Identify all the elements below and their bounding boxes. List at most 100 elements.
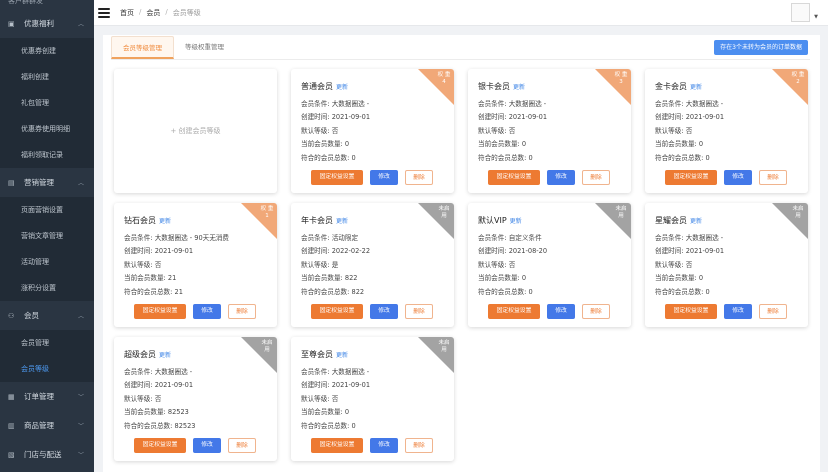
corner-label: 权 重1	[260, 206, 274, 220]
created-value: 2022-02-22	[331, 247, 371, 256]
sidebar-item[interactable]: 涨积分设置	[0, 275, 94, 301]
created-label: 创建时间:	[655, 113, 684, 122]
edit-button[interactable]: 修改	[724, 170, 752, 185]
equity-settings-button[interactable]: 固定权益设置	[311, 170, 363, 185]
current-count-label: 当前会员数量:	[301, 274, 343, 283]
edit-button[interactable]: 修改	[370, 304, 398, 319]
create-level-card[interactable]: + 创建会员等级	[114, 69, 277, 193]
menu-group-icon: ▧	[8, 450, 15, 459]
current-count-value: 0	[521, 140, 527, 149]
update-link[interactable]: 更新	[159, 352, 171, 359]
main-panel: 会员等级管理 等级权重管理 存在3个未转为会员的订单数据 + 创建会员等级 权 …	[103, 35, 820, 472]
sidebar-item[interactable]: 优惠券创建	[0, 38, 94, 64]
edit-button[interactable]: 修改	[547, 170, 575, 185]
condition-value: 大数据圈选 -	[154, 368, 193, 376]
match-count-label: 符合的会员总数:	[478, 153, 527, 162]
menu-toggle-icon[interactable]	[98, 7, 110, 18]
equity-settings-button[interactable]: 固定权益设置	[665, 170, 717, 185]
current-count-label: 当前会员数量:	[301, 408, 343, 417]
edit-button[interactable]: 修改	[193, 304, 221, 319]
breadcrumb-home[interactable]: 首页	[120, 8, 134, 18]
match-count-value: 822	[351, 287, 365, 296]
delete-button[interactable]: 删除	[405, 304, 433, 319]
edit-button[interactable]: 修改	[547, 304, 575, 319]
breadcrumb-parent[interactable]: 会员	[146, 8, 160, 18]
edit-button[interactable]: 修改	[370, 170, 398, 185]
level-name: 普通会员	[301, 82, 333, 91]
sidebar-item[interactable]: 活动管理	[0, 249, 94, 275]
default-label: 默认等级:	[301, 394, 330, 403]
created-value: 2021-09-01	[154, 247, 194, 256]
update-link[interactable]: 更新	[510, 218, 522, 225]
sidebar-item[interactable]: 页面营销设置	[0, 197, 94, 223]
update-link[interactable]: 更新	[690, 84, 702, 91]
update-link[interactable]: 更新	[159, 218, 171, 225]
delete-button[interactable]: 删除	[582, 170, 610, 185]
sidebar-group-label: 营销管理	[24, 178, 54, 187]
tab-level-management[interactable]: 会员等级管理	[111, 36, 174, 59]
sidebar-item[interactable]: 优惠券使用明细	[0, 116, 94, 142]
sidebar-item[interactable]: 会员等级	[0, 356, 94, 382]
tab-weight-management[interactable]: 等级权重管理	[174, 36, 235, 59]
unconverted-orders-button[interactable]: 存在3个未转为会员的订单数据	[714, 40, 808, 55]
sidebar-group[interactable]: ▣ 优惠福利 ︿	[0, 9, 94, 38]
sidebar-group-label: 会员	[24, 311, 39, 320]
chevron-up-icon: ︿	[77, 21, 84, 28]
created-label: 创建时间:	[301, 381, 330, 390]
current-count-label: 当前会员数量:	[478, 140, 520, 149]
delete-button[interactable]: 删除	[405, 438, 433, 453]
delete-button[interactable]: 删除	[228, 304, 256, 319]
menu-group-icon: ▦	[8, 392, 15, 401]
update-link[interactable]: 更新	[336, 218, 348, 225]
delete-button[interactable]: 删除	[759, 170, 787, 185]
equity-settings-button[interactable]: 固定权益设置	[134, 304, 186, 319]
current-count-value: 822	[344, 274, 358, 283]
edit-button[interactable]: 修改	[724, 304, 752, 319]
sidebar-item[interactable]: 福利领取记录	[0, 142, 94, 168]
equity-settings-button[interactable]: 固定权益设置	[665, 304, 717, 319]
created-value: 2021-09-01	[685, 113, 725, 122]
corner-label: 权 重3	[614, 72, 628, 86]
level-card: 未启用 星耀会员 更新 会员条件: 大数据圈选 - 创建时间: 2021-09-01 默认…	[645, 203, 808, 327]
equity-settings-button[interactable]: 固定权益设置	[311, 438, 363, 453]
edit-button[interactable]: 修改	[193, 438, 221, 453]
default-label: 默认等级:	[655, 126, 684, 135]
corner-text: 未启用	[792, 206, 804, 219]
update-link[interactable]: 更新	[690, 218, 702, 225]
equity-settings-button[interactable]: 固定权益设置	[134, 438, 186, 453]
sidebar-group[interactable]: ▦ 订单管理 ﹀	[0, 382, 94, 411]
update-link[interactable]: 更新	[513, 84, 525, 91]
condition-label: 会员条件:	[301, 368, 330, 376]
default-value: 是	[331, 260, 339, 269]
breadcrumb-separator: /	[139, 7, 142, 16]
match-count-label: 符合的会员总数:	[478, 287, 527, 296]
sidebar-group[interactable]: ▤ 营销管理 ︿	[0, 168, 94, 197]
sidebar-item[interactable]: 福利创建	[0, 64, 94, 90]
update-link[interactable]: 更新	[336, 84, 348, 91]
equity-settings-button[interactable]: 固定权益设置	[488, 304, 540, 319]
current-count-label: 当前会员数量:	[124, 408, 166, 417]
default-value: 否	[331, 394, 339, 403]
delete-button[interactable]: 删除	[405, 170, 433, 185]
sidebar-item[interactable]: 会员管理	[0, 330, 94, 356]
equity-settings-button[interactable]: 固定权益设置	[488, 170, 540, 185]
corner-text: 未启用	[261, 340, 273, 353]
delete-button[interactable]: 删除	[759, 304, 787, 319]
sidebar-group[interactable]: ⚇ 会员 ︿	[0, 301, 94, 330]
sidebar-item[interactable]: 礼包管理	[0, 90, 94, 116]
avatar[interactable]	[791, 3, 810, 22]
delete-button[interactable]: 删除	[582, 304, 610, 319]
edit-button[interactable]: 修改	[370, 438, 398, 453]
caret-down-icon[interactable]: ▼	[814, 14, 818, 20]
sidebar-group[interactable]: ▧ 门店与配送 ﹀	[0, 440, 94, 469]
update-link[interactable]: 更新	[336, 352, 348, 359]
sidebar-item-cut[interactable]: 客户群群发	[0, 0, 94, 9]
sidebar-group[interactable]: ▥ 商品管理 ﹀	[0, 411, 94, 440]
delete-button[interactable]: 删除	[228, 438, 256, 453]
match-count-value: 21	[174, 287, 183, 296]
sidebar-group-label: 商品管理	[24, 421, 54, 430]
level-card: 未启用 默认VIP 更新 会员条件: 自定义条件 创建时间: 2021-08-20 默认等…	[468, 203, 631, 327]
equity-settings-button[interactable]: 固定权益设置	[311, 304, 363, 319]
created-label: 创建时间:	[301, 247, 330, 256]
sidebar-item[interactable]: 营销文章管理	[0, 223, 94, 249]
